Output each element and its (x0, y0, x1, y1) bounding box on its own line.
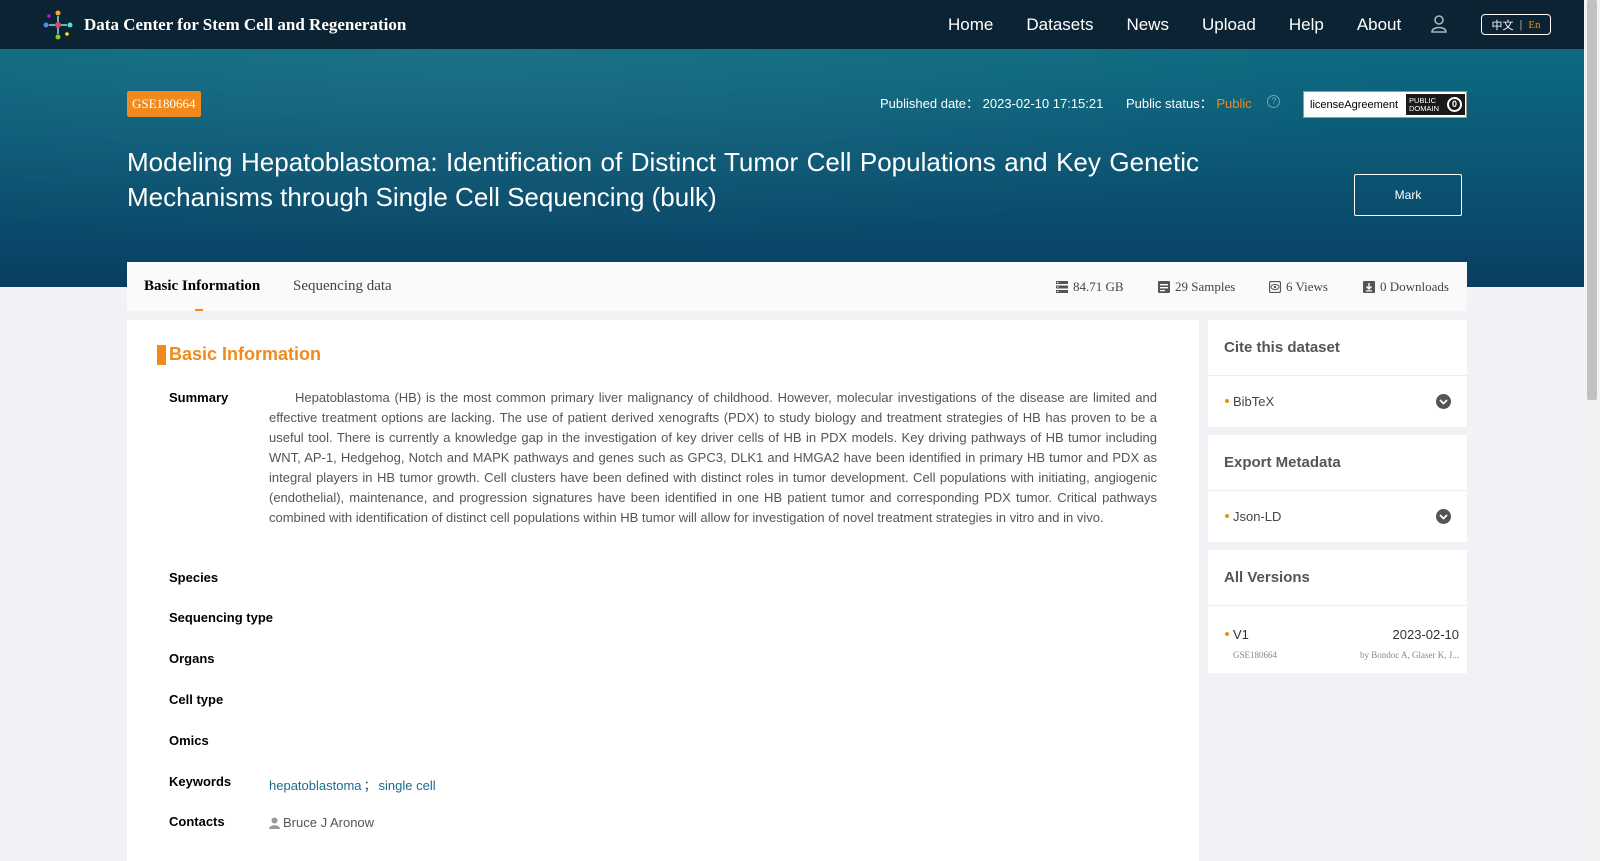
nav-news[interactable]: News (1126, 15, 1169, 35)
tab-sequencing-data[interactable]: Sequencing data (293, 262, 392, 311)
download-circle-icon[interactable] (1436, 394, 1451, 409)
version-item[interactable]: V1 2023-02-10 GSE180664 by Bondoc A, Gla… (1208, 606, 1467, 673)
bullet-dot (1225, 632, 1229, 636)
download-icon (1363, 280, 1375, 293)
version-authors: by Bondoc A, Glaser K, J... (1360, 650, 1459, 660)
nav-upload[interactable]: Upload (1202, 15, 1256, 35)
page-scrollbar[interactable] (1584, 0, 1600, 861)
summary-label: Summary (169, 390, 229, 405)
status-label: Public status： (1126, 96, 1213, 111)
stat-downloads-value: 0 Downloads (1380, 278, 1449, 294)
samples-icon (1158, 280, 1170, 293)
mark-button[interactable]: Mark (1354, 174, 1462, 216)
jsonld-label: Json-LD (1233, 509, 1282, 524)
tab-basic-information[interactable]: Basic Information (144, 262, 260, 311)
public-status: Public status： Public ? (1126, 93, 1281, 112)
license-text: licenseAgreement (1310, 98, 1399, 111)
scrollbar-thumb[interactable] (1587, 0, 1597, 400)
keyword-link[interactable]: hepatoblastoma (269, 778, 362, 793)
version-date: 2023-02-10 (1392, 627, 1460, 642)
export-card: Export Metadata Json-LD (1208, 435, 1467, 542)
basic-information-panel: Basic Information Summary Hepatoblastoma… (127, 320, 1199, 861)
cite-card: Cite this dataset BibTeX (1208, 320, 1467, 427)
nav-help[interactable]: Help (1289, 15, 1324, 35)
bullet-dot (1225, 399, 1229, 403)
stat-size-value: 84.71 GB (1073, 278, 1124, 294)
cc0-icon: 0 (1447, 97, 1462, 112)
keywords-list: hepatoblastoma； single cell (269, 775, 436, 794)
section-title: Basic Information (169, 344, 322, 364)
jsonld-item[interactable]: Json-LD (1208, 491, 1467, 542)
cell-type-label: Cell type (169, 692, 224, 707)
bullet-dot (1225, 514, 1229, 518)
pd-line2: DOMAIN (1409, 103, 1439, 113)
version-label: V1 (1233, 627, 1249, 642)
nav-about[interactable]: About (1357, 15, 1401, 35)
main-nav: Home Datasets News Upload Help About (948, 0, 1434, 49)
site-logo[interactable]: Data Center for Stem Cell and Regenerati… (40, 7, 406, 43)
bibtex-label: BibTeX (1233, 394, 1275, 409)
nav-datasets[interactable]: Datasets (1026, 15, 1093, 35)
section-accent-bar (157, 345, 166, 365)
published-date: Published date： 2023-02-10 17:15:21 (880, 93, 1103, 112)
contacts-label: Contacts (169, 814, 225, 829)
sequencing-type-label: Sequencing type (169, 610, 274, 625)
storage-icon (1056, 280, 1068, 293)
summary-text: Hepatoblastoma (HB) is the most common p… (269, 390, 1157, 525)
user-icon[interactable] (1431, 15, 1447, 33)
lang-separator: | (1519, 18, 1523, 31)
logo-icon (43, 10, 73, 39)
nav-home[interactable]: Home (948, 15, 993, 35)
published-value: 2023-02-10 17:15:21 (982, 96, 1104, 111)
stat-size: 84.71 GB (1056, 262, 1124, 311)
top-navbar: Data Center for Stem Cell and Regenerati… (0, 0, 1584, 49)
cite-title: Cite this dataset (1208, 320, 1467, 376)
dataset-title: Modeling Hepatoblastoma: Identification … (127, 147, 1199, 212)
lang-zh-option[interactable]: 中文 (1491, 17, 1513, 33)
keyword-separator: ； (363, 778, 377, 793)
language-switch: 中文 | En (1481, 14, 1551, 35)
person-icon (269, 817, 280, 829)
bibtex-item[interactable]: BibTeX (1208, 376, 1467, 427)
organs-label: Organs (169, 651, 215, 666)
stat-samples-value: 29 Samples (1175, 278, 1236, 294)
stat-downloads: 0 Downloads (1363, 262, 1449, 311)
download-circle-icon[interactable] (1436, 509, 1451, 524)
version-dataset-id: GSE180664 (1233, 650, 1278, 660)
public-domain-badge: PUBLIC DOMAIN 0 (1406, 94, 1465, 115)
keyword-link[interactable]: single cell (379, 778, 436, 793)
omics-label: Omics (169, 733, 209, 748)
status-value: Public (1216, 96, 1252, 111)
export-title: Export Metadata (1208, 435, 1467, 491)
dataset-tabbar: Basic Information Sequencing data 84.71 … (127, 262, 1467, 311)
lang-en-option[interactable]: En (1528, 19, 1540, 31)
stat-samples: 29 Samples (1158, 262, 1235, 311)
stat-views-value: 6 Views (1286, 278, 1328, 294)
stat-views: 6 Views (1269, 262, 1328, 311)
contact-item: Bruce J Aronow (269, 815, 374, 830)
contact-name: Bruce J Aronow (283, 815, 375, 830)
site-title: Data Center for Stem Cell and Regenerati… (84, 14, 407, 34)
versions-title: All Versions (1208, 550, 1467, 606)
keywords-label: Keywords (169, 774, 232, 789)
views-icon (1269, 280, 1281, 293)
license-agreement[interactable]: licenseAgreement PUBLIC DOMAIN 0 (1303, 91, 1467, 118)
dataset-id-badge: GSE180664 (127, 91, 201, 117)
species-label: Species (169, 570, 219, 585)
versions-card: All Versions V1 2023-02-10 GSE180664 by … (1208, 550, 1467, 673)
published-label: Published date： (880, 96, 980, 111)
help-icon[interactable]: ? (1267, 95, 1281, 108)
